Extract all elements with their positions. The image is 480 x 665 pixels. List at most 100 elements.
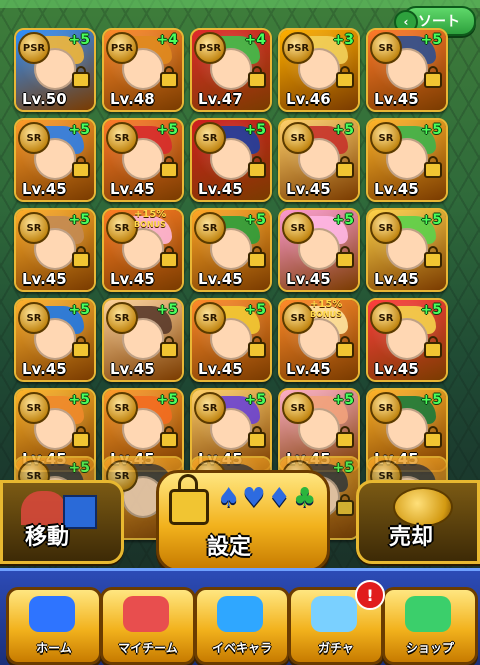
card-suits-icon: ♠♥♦♣ [217,483,318,513]
bonus-label: BONUS [310,310,342,319]
rarity-badge: SR [370,302,402,334]
character-card[interactable]: SR +5 Lv.45 [190,298,272,382]
upgrade-plus: +5 [420,122,442,138]
lock-icon [424,426,442,448]
character-card[interactable]: SR +15% BONUS Lv.45 [102,208,184,292]
card-level: Lv.45 [110,270,155,288]
character-card[interactable]: SR +15% BONUS Lv.45 [278,298,360,382]
move-button[interactable]: 移動 [0,480,124,564]
upgrade-plus: +5 [68,212,90,228]
upgrade-plus: +5 [156,122,178,138]
card-level: Lv.45 [110,360,155,378]
character-card[interactable]: SR +5 Lv.45 [366,208,448,292]
top-strip [0,0,480,8]
lock-icon [336,66,354,88]
character-card[interactable]: PSR +3 Lv.46 [278,28,360,112]
nav-shop[interactable]: ショップ [382,587,478,665]
character-card[interactable]: SR +5 Lv.45 [14,298,96,382]
rarity-badge: SR [194,392,226,424]
upgrade-plus: +4 [244,32,266,48]
rarity-badge: SR [106,392,138,424]
character-card[interactable]: SR +5 Lv.45 [14,118,96,202]
upgrade-plus: +3 [332,32,354,48]
rarity-badge: SR [106,302,138,334]
settings-lock-button[interactable]: ♠♥♦♣ 設定 [156,470,330,572]
action-bar: 移動 ♠♥♦♣ 設定 売却 [0,458,480,572]
lock-icon [424,246,442,268]
card-level: Lv.45 [286,360,331,378]
character-card[interactable]: SR +5 Lv.45 [366,118,448,202]
rarity-badge: SR [282,122,314,154]
upgrade-plus: +5 [332,212,354,228]
upgrade-plus: +5 [244,122,266,138]
nav-shop-label: ショップ [405,641,454,655]
character-card[interactable]: SR +5 Lv.45 [190,208,272,292]
rarity-badge: SR [18,392,50,424]
shop-icon [405,596,451,632]
card-level: Lv.45 [286,270,331,288]
upgrade-plus: +5 [68,392,90,408]
rarity-badge: SR [370,392,402,424]
upgrade-plus: +5 [420,302,442,318]
card-level: Lv.45 [22,180,67,198]
lock-icon [424,336,442,358]
lock-icon [72,156,90,178]
nav-home[interactable]: ホーム [6,587,102,665]
lock-icon [160,336,178,358]
card-level: Lv.46 [286,90,331,108]
lock-icon [336,156,354,178]
card-level: Lv.48 [110,90,155,108]
rarity-badge: SR [194,212,226,244]
upgrade-plus: +5 [68,122,90,138]
nav-my-team[interactable]: マイチーム [100,587,196,665]
nav-event-characters[interactable]: イベキャラ [194,587,290,665]
character-card[interactable]: SR +5 Lv.45 [366,298,448,382]
card-level: Lv.45 [22,360,67,378]
character-card[interactable]: SR +5 Lv.45 [102,298,184,382]
character-card[interactable]: SR +5 Lv.45 [102,118,184,202]
lock-icon [424,66,442,88]
rarity-badge: SR [194,122,226,154]
lock-icon [72,426,90,448]
bonus-percent: +15% [310,299,343,310]
lock-icon [248,426,266,448]
character-card[interactable]: SR +5 Lv.45 [278,118,360,202]
upgrade-plus: +5 [244,212,266,228]
rarity-badge: SR [370,32,402,64]
lock-icon [336,336,354,358]
character-card[interactable]: PSR +4 Lv.48 [102,28,184,112]
gacha-icon [311,596,357,632]
event-characters-icon [217,596,263,632]
character-card[interactable]: SR +5 Lv.45 [366,28,448,112]
rarity-badge: PSR [194,32,226,64]
bottom-navigation: ホーム マイチーム イベキャラ ガチャ ショップ [0,568,480,665]
lock-icon [72,336,90,358]
card-level: Lv.50 [22,90,67,108]
character-card[interactable]: SR +5 Lv.45 [278,208,360,292]
rarity-badge: PSR [18,32,50,64]
padlock-icon [169,474,209,525]
nav-my-team-label: マイチーム [118,641,178,655]
nav-gacha-label: ガチャ [318,641,354,655]
nav-home-label: ホーム [36,641,72,655]
card-grid: PSR +5 Lv.50 PSR +4 Lv.48 PSR +4 Lv.47 PSR +3 Lv.46… [14,28,448,472]
character-card[interactable]: SR +5 Lv.45 [190,118,272,202]
character-card[interactable]: SR +5 Lv.45 [14,208,96,292]
rarity-badge: PSR [106,32,138,64]
card-level: Lv.45 [22,270,67,288]
card-level: Lv.45 [198,270,243,288]
card-level: Lv.45 [374,270,419,288]
lock-icon [160,66,178,88]
card-level: Lv.45 [374,360,419,378]
lock-icon [248,156,266,178]
character-card[interactable]: PSR +5 Lv.50 [14,28,96,112]
upgrade-plus: +5 [420,32,442,48]
character-card[interactable]: PSR +4 Lv.47 [190,28,272,112]
card-level: Lv.45 [110,180,155,198]
upgrade-plus: +5 [332,392,354,408]
sell-button[interactable]: 売却 [356,480,480,564]
rarity-badge: SR [106,122,138,154]
rarity-badge: SR [194,302,226,334]
nav-event-characters-label: イベキャラ [211,641,272,655]
lock-icon [248,336,266,358]
